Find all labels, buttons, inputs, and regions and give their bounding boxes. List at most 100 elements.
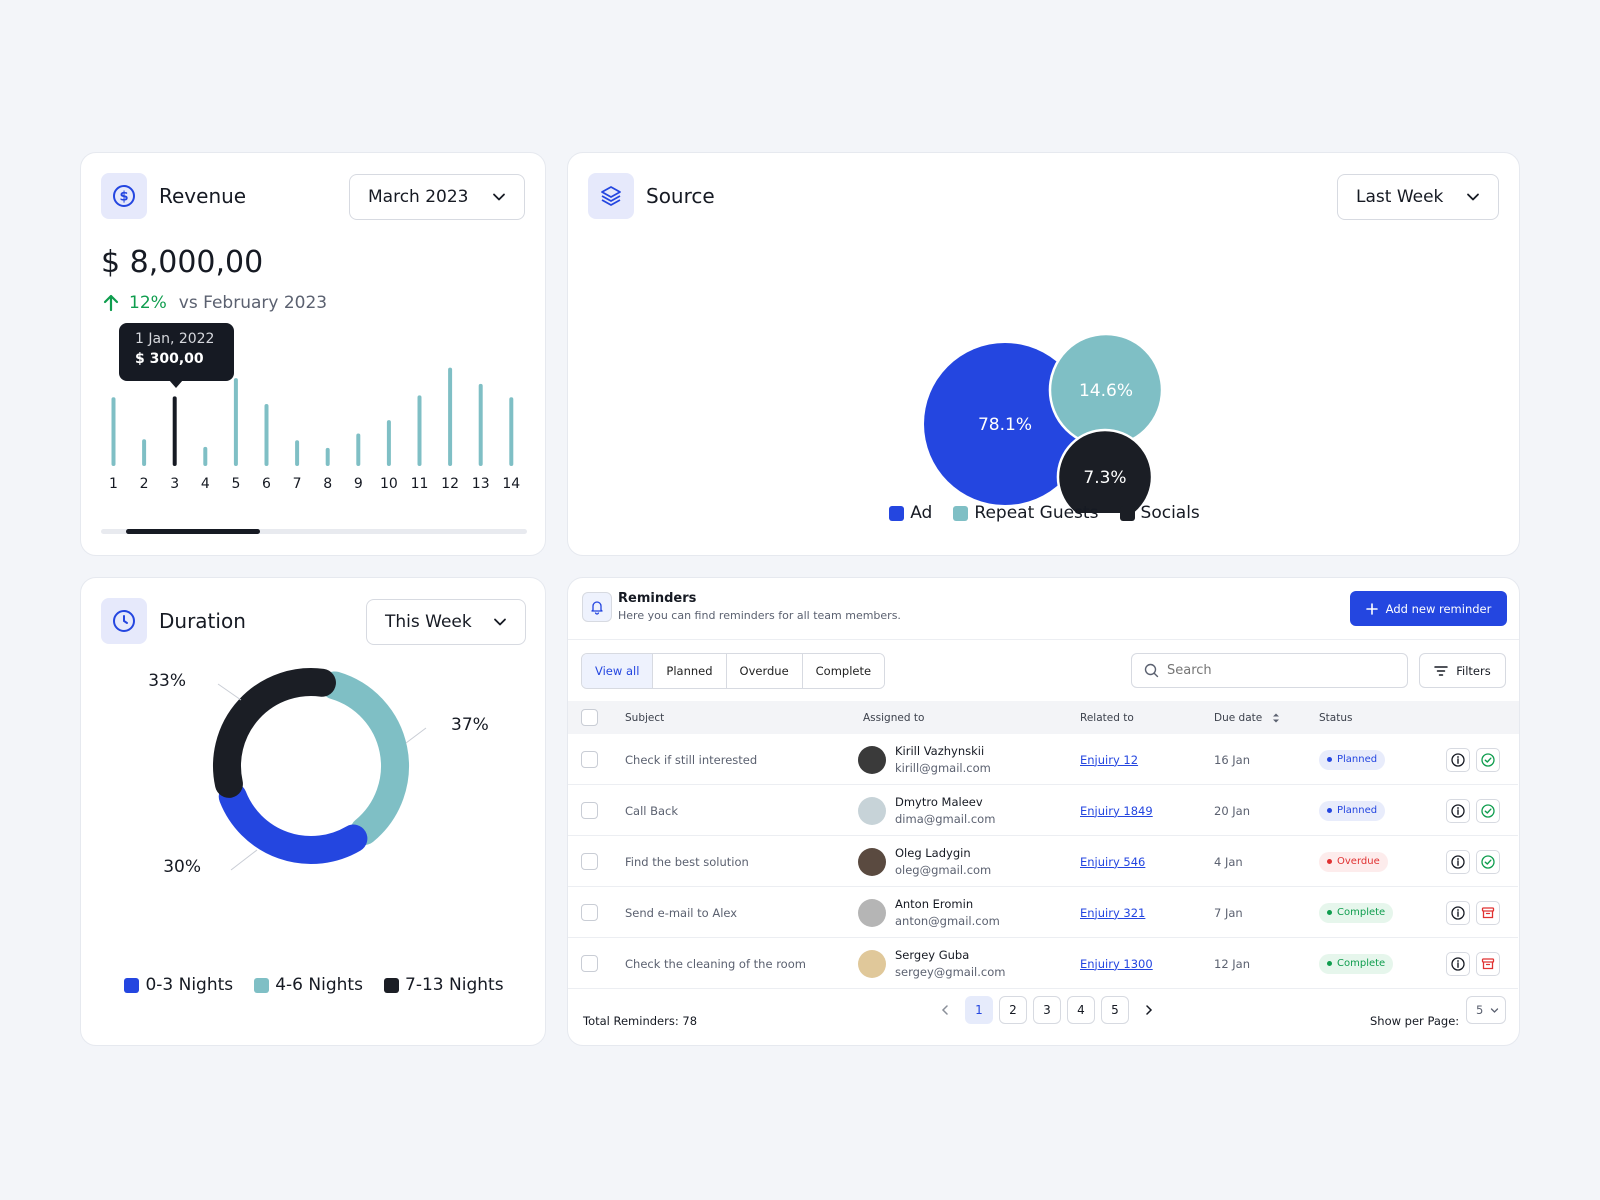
next-page-button[interactable] [1137, 996, 1161, 1024]
legend-item-0-3-nights: 0-3 Nights [124, 975, 233, 995]
complete-button[interactable] [1476, 747, 1500, 772]
revenue-change-row: 12% vs February 2023 [101, 293, 327, 313]
x-tick-label: 8 [323, 476, 332, 492]
add-reminder-label: Add new reminder [1385, 601, 1492, 616]
info-button[interactable] [1446, 951, 1470, 976]
related-link[interactable]: Enjuiry 12 [1080, 753, 1138, 767]
related-link[interactable]: Enjuiry 1300 [1080, 957, 1153, 971]
column-related-to: Related to [1080, 711, 1134, 724]
bar-8 [325, 447, 330, 466]
info-button[interactable] [1446, 747, 1470, 772]
table-row[interactable]: Send e-mail to Alex Anton Eromin anton@gma… [568, 887, 1518, 938]
x-tick-label: 9 [354, 476, 363, 492]
search-input[interactable] [1167, 663, 1387, 678]
complete-button[interactable] [1476, 798, 1500, 823]
reminders-card: Reminders Here you can find reminders fo… [567, 577, 1520, 1046]
add-reminder-button[interactable]: Add new reminder [1350, 591, 1507, 626]
prev-page-button[interactable] [933, 996, 957, 1024]
related-link[interactable]: Enjuiry 546 [1080, 855, 1145, 869]
tab-overdue[interactable]: Overdue [726, 654, 803, 688]
archive-button[interactable] [1476, 951, 1500, 976]
check-circle-icon [1481, 752, 1495, 767]
complete-button[interactable] [1476, 849, 1500, 874]
table-body: Check if still interested Kirill Vazhynsk… [568, 734, 1519, 990]
row-checkbox[interactable] [581, 853, 598, 870]
revenue-title: Revenue [159, 184, 247, 208]
info-icon [1451, 905, 1465, 920]
page-2-button[interactable]: 2 [999, 996, 1027, 1024]
check-circle-icon [1481, 854, 1495, 869]
info-button[interactable] [1446, 798, 1470, 823]
avatar [858, 898, 886, 927]
x-tick-label: 2 [140, 476, 149, 492]
page-1-button[interactable]: 1 [965, 996, 993, 1024]
status-badge: Planned [1319, 800, 1386, 821]
revenue-period-dropdown[interactable]: March 2023 [349, 174, 525, 220]
reminders-subtitle: Here you can find reminders for all team… [618, 609, 901, 622]
row-due-date: 16 Jan [1214, 752, 1251, 767]
row-checkbox[interactable] [581, 955, 598, 972]
per-page-select[interactable]: 5 [1466, 996, 1506, 1024]
chart-scrollbar-thumb[interactable] [126, 529, 260, 534]
source-period-dropdown[interactable]: Last Week [1337, 174, 1499, 220]
column-due-date[interactable]: Due date [1214, 701, 1280, 734]
info-icon [1451, 956, 1465, 971]
select-all-checkbox[interactable] [581, 709, 598, 726]
column-status: Status [1319, 711, 1353, 724]
chevron-down-icon [494, 618, 506, 626]
page-5-button[interactable]: 5 [1101, 996, 1129, 1024]
tooltip-pointer [169, 380, 183, 388]
legend-item-7-13-nights: 7-13 Nights [384, 975, 504, 995]
status-badge: Planned [1319, 749, 1386, 770]
info-icon [1451, 752, 1465, 767]
table-row[interactable]: Call Back Dmytro Maleev dima@gmail.com Enju… [568, 785, 1518, 836]
per-page-value: 5 [1476, 1003, 1484, 1017]
chevron-down-icon [493, 193, 505, 201]
revenue-change-value: 12% [129, 293, 167, 313]
column-subject: Subject [625, 711, 665, 724]
info-button[interactable] [1446, 849, 1470, 874]
related-link[interactable]: Enjuiry 1849 [1080, 804, 1153, 818]
tab-complete[interactable]: Complete [802, 654, 885, 688]
duration-period-dropdown[interactable]: This Week [366, 599, 526, 645]
clock-icon [101, 598, 147, 644]
filter-icon [1434, 665, 1448, 676]
table-row[interactable]: Check if still interested Kirill Vazhynsk… [568, 734, 1518, 785]
row-checkbox[interactable] [581, 751, 598, 768]
leader-line [217, 683, 242, 701]
bar-6 [264, 403, 269, 466]
page-3-button[interactable]: 3 [1033, 996, 1061, 1024]
assignee-name: Oleg Ladygin [895, 846, 971, 860]
tab-planned[interactable]: Planned [653, 654, 727, 688]
x-tick-label: 11 [411, 476, 429, 492]
legend-item-repeat-guests: Repeat Guests [953, 503, 1098, 523]
row-subject: Check if still interested [625, 752, 758, 767]
search-box[interactable] [1131, 653, 1408, 688]
duration-donut-chart: 37% 30% 33% [148, 668, 489, 877]
archive-button[interactable] [1476, 900, 1500, 925]
filters-label: Filters [1456, 663, 1491, 678]
avatar [858, 949, 886, 978]
info-button[interactable] [1446, 900, 1470, 925]
filters-button[interactable]: Filters [1419, 653, 1506, 688]
revenue-compare-label: vs February 2023 [178, 293, 328, 313]
page-4-button[interactable]: 4 [1067, 996, 1095, 1024]
chart-scrollbar[interactable] [101, 529, 527, 534]
related-link[interactable]: Enjuiry 321 [1080, 906, 1145, 920]
donut-label: 33% [148, 671, 186, 691]
bar-7 [295, 440, 300, 466]
source-card: Source Last Week 78.1% 14.6% 7.3% Ad Repea… [567, 152, 1520, 556]
tab-view-all[interactable]: View all [582, 654, 654, 688]
table-row[interactable]: Find the best solution Oleg Ladygin oleg@g… [568, 836, 1518, 887]
pagination: 1 2 3 4 5 [933, 996, 1161, 1024]
bar-4 [203, 446, 208, 466]
assignee-email: oleg@gmail.com [895, 863, 992, 877]
bar-3 [172, 396, 177, 466]
row-due-date: 7 Jan [1214, 905, 1243, 920]
row-checkbox[interactable] [581, 904, 598, 921]
bell-icon [582, 592, 612, 622]
row-checkbox[interactable] [581, 802, 598, 819]
assignee-email: kirill@gmail.com [895, 761, 991, 775]
bar-10 [386, 420, 391, 466]
table-row[interactable]: Check the cleaning of the room Sergey Gub… [568, 938, 1518, 989]
